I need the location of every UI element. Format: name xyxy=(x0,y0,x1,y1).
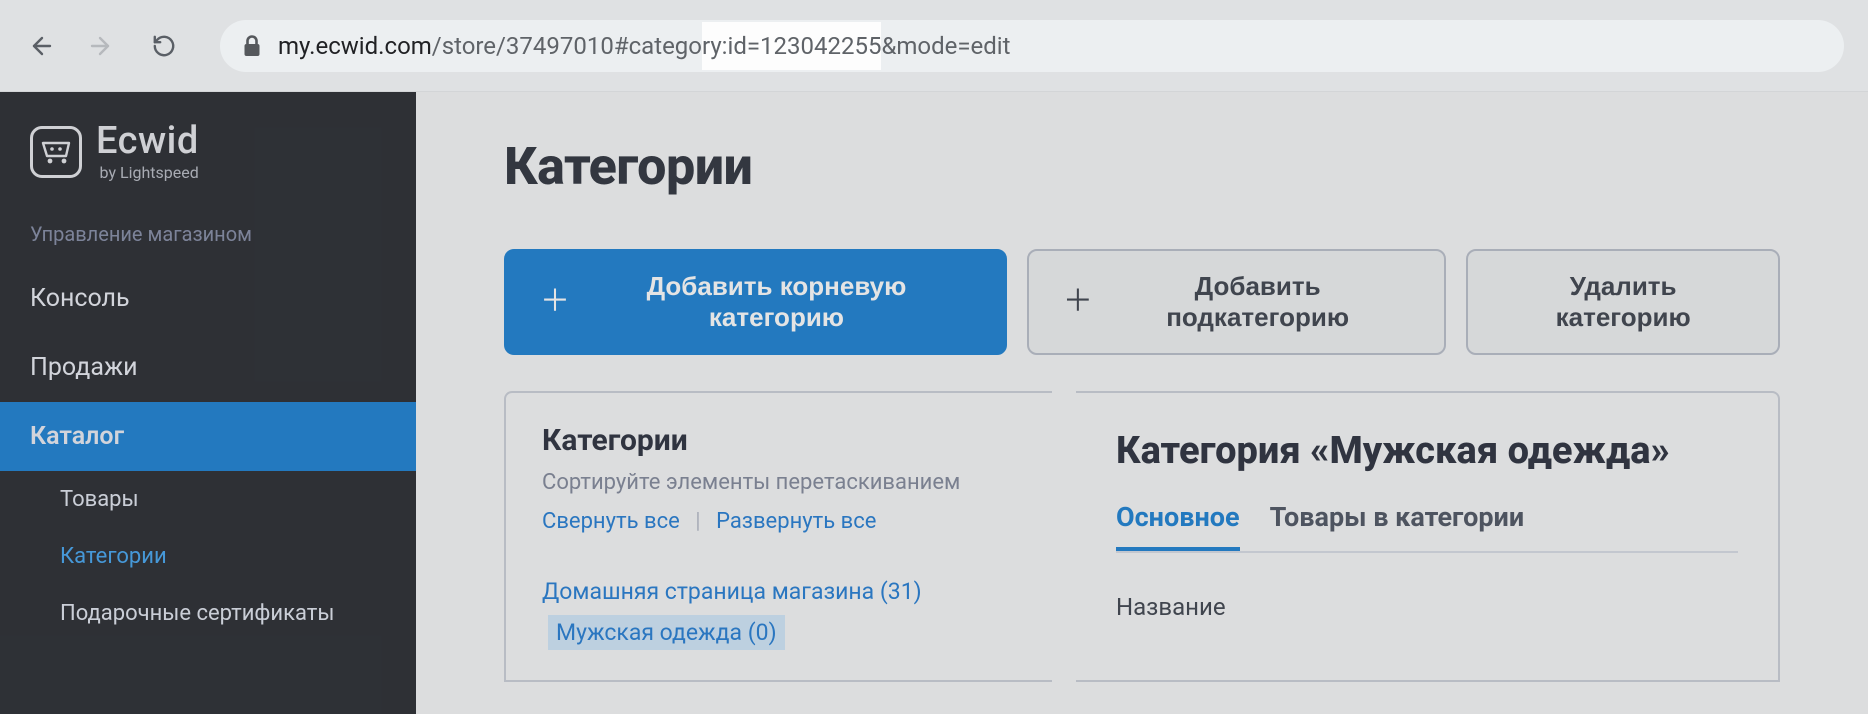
sidebar-heading: Управление магазином xyxy=(0,196,416,264)
category-detail-heading: Категория «Мужская одежда» xyxy=(1116,429,1738,473)
panels: Категории Сортируйте элементы перетаскив… xyxy=(504,391,1780,682)
tree-root-item[interactable]: Домашняя страница магазина (31) xyxy=(542,578,922,605)
browser-toolbar: my.ecwid.com/store/37497010#category:id=… xyxy=(0,0,1868,92)
expand-all-link[interactable]: Развернуть все xyxy=(716,509,876,534)
sidebar-sub-categories[interactable]: Категории xyxy=(0,528,416,585)
sidebar-sub-giftcards[interactable]: Подарочные сертификаты xyxy=(0,585,416,642)
logo-name: Ecwid xyxy=(96,122,199,160)
sidebar-sub-products[interactable]: Товары xyxy=(0,471,416,528)
collapse-all-link[interactable]: Свернуть все xyxy=(542,509,680,534)
add-subcategory-button[interactable]: ＋ Добавить подкатегорию xyxy=(1027,249,1446,355)
tree-heading: Категории xyxy=(542,423,1016,458)
url-text: my.ecwid.com/store/37497010#category:id=… xyxy=(278,32,1010,60)
tab-main[interactable]: Основное xyxy=(1116,501,1240,549)
sidebar-item-console[interactable]: Консоль xyxy=(0,264,416,333)
sidebar: Ecwid by Lightspeed Управление магазином… xyxy=(0,92,416,714)
delete-category-button[interactable]: Удалить категорию xyxy=(1466,249,1780,355)
add-root-category-button[interactable]: ＋ Добавить корневую категорию xyxy=(504,249,1007,355)
back-button[interactable] xyxy=(24,30,56,62)
field-name-label: Название xyxy=(1116,593,1738,621)
tab-products[interactable]: Товары в категории xyxy=(1270,501,1525,549)
address-bar[interactable]: my.ecwid.com/store/37497010#category:id=… xyxy=(220,20,1844,72)
buttons-row: ＋ Добавить корневую категорию ＋ Добавить… xyxy=(504,249,1780,355)
separator: | xyxy=(695,509,700,534)
logo[interactable]: Ecwid by Lightspeed xyxy=(0,92,416,196)
category-detail-panel: Категория «Мужская одежда» Основное Това… xyxy=(1076,391,1780,682)
tree-child-selected[interactable]: Мужская одежда (0) xyxy=(548,615,785,650)
sidebar-item-sales[interactable]: Продажи xyxy=(0,333,416,402)
category-tree: Домашняя страница магазина (31) Мужская … xyxy=(542,578,1016,650)
tabs: Основное Товары в категории xyxy=(1116,501,1738,553)
forward-button[interactable] xyxy=(86,30,118,62)
delete-category-label: Удалить категорию xyxy=(1502,271,1744,333)
page-title: Категории xyxy=(504,136,1780,197)
logo-icon xyxy=(30,126,82,178)
add-root-category-label: Добавить корневую категорию xyxy=(582,271,971,333)
logo-sub: by Lightspeed xyxy=(96,163,199,182)
content: Категории ＋ Добавить корневую категорию … xyxy=(416,92,1868,714)
add-subcategory-label: Добавить подкатегорию xyxy=(1105,271,1410,333)
reload-button[interactable] xyxy=(148,30,180,62)
categories-tree-panel: Категории Сортируйте элементы перетаскив… xyxy=(504,391,1052,682)
sort-hint: Сортируйте элементы перетаскиванием xyxy=(542,470,1016,495)
lock-icon xyxy=(242,35,262,57)
app-root: Ecwid by Lightspeed Управление магазином… xyxy=(0,92,1868,714)
sidebar-item-catalog[interactable]: Каталог xyxy=(0,402,416,471)
